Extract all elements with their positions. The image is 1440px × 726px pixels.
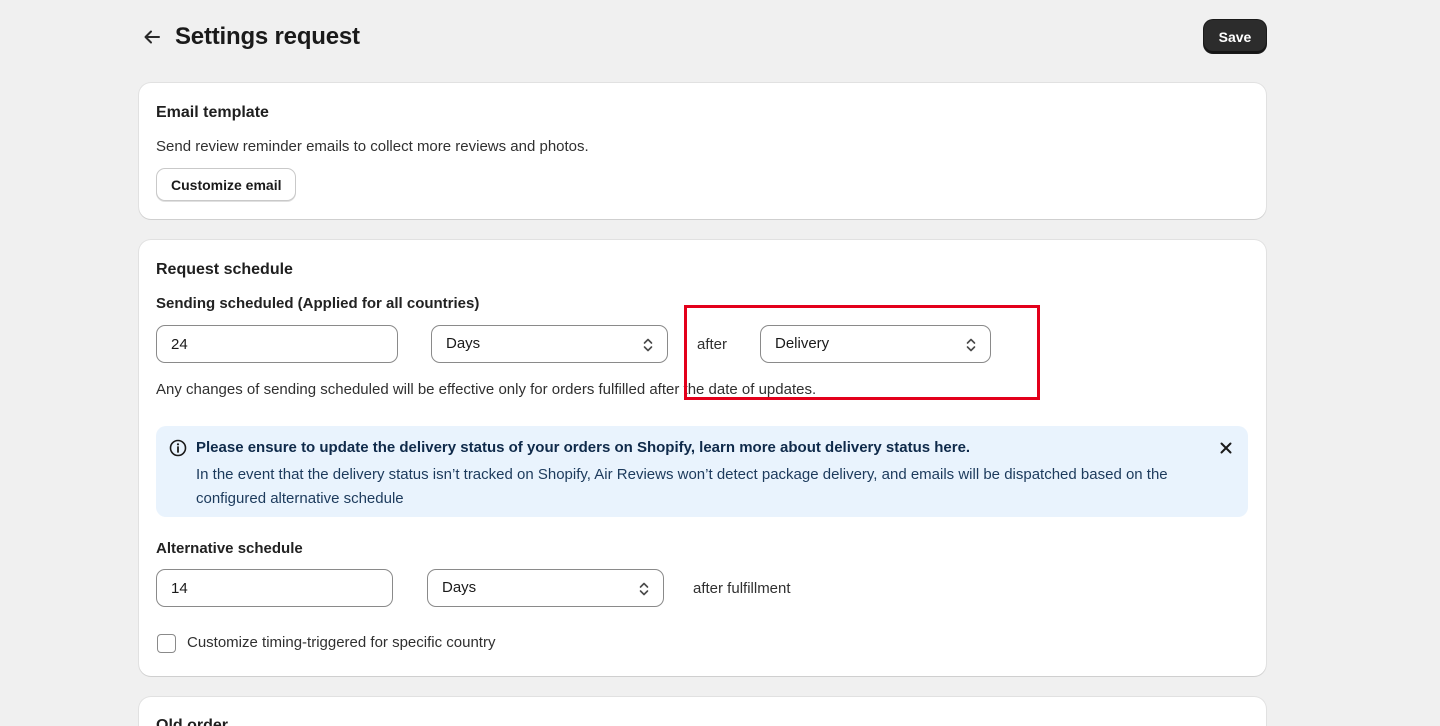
page-header: Settings request Save [139, 20, 1266, 54]
alternative-schedule-label: Alternative schedule [156, 540, 303, 557]
alternative-unit-select[interactable]: Days [427, 569, 664, 607]
customize-email-button[interactable]: Customize email [156, 168, 297, 201]
schedule-change-note: Any changes of sending scheduled will be… [156, 381, 817, 398]
sending-unit-select[interactable]: Days [431, 325, 668, 363]
country-timing-checkbox[interactable] [157, 634, 176, 653]
after-text: after [697, 336, 728, 353]
trigger-event-select[interactable]: Delivery [760, 325, 991, 363]
sending-scheduled-label: Sending scheduled (Applied for all count… [156, 295, 480, 312]
email-template-description: Send review reminder emails to collect m… [156, 138, 589, 155]
request-schedule-title: Request schedule [156, 261, 293, 278]
select-chevron-icon [643, 338, 653, 352]
request-schedule-card: Request schedule Sending scheduled (Appl… [139, 240, 1266, 676]
old-order-title: Old order [156, 717, 229, 726]
email-template-card: Email template Send review reminder emai… [139, 83, 1266, 219]
select-chevron-icon [639, 582, 649, 596]
email-template-title: Email template [156, 104, 269, 121]
country-timing-checkbox-label[interactable]: Customize timing-triggered for specific … [187, 634, 495, 651]
back-arrow-icon[interactable] [141, 26, 163, 48]
close-icon[interactable] [1218, 440, 1234, 456]
alternative-unit-value: Days [442, 579, 477, 596]
banner-title[interactable]: Please ensure to update the delivery sta… [196, 439, 970, 456]
old-order-card: Old order [139, 697, 1266, 726]
delivery-status-banner: Please ensure to update the delivery sta… [156, 426, 1248, 517]
info-icon [169, 439, 187, 457]
select-chevron-icon [966, 338, 976, 352]
trigger-event-value: Delivery [775, 335, 830, 352]
sending-unit-value: Days [446, 335, 481, 352]
sending-days-input[interactable] [156, 325, 398, 363]
after-fulfillment-text: after fulfillment [693, 580, 791, 597]
save-button[interactable]: Save [1204, 20, 1266, 53]
banner-body: In the event that the delivery status is… [196, 466, 1168, 507]
page-title: Settings request [175, 23, 360, 50]
alternative-days-input[interactable] [156, 569, 393, 607]
